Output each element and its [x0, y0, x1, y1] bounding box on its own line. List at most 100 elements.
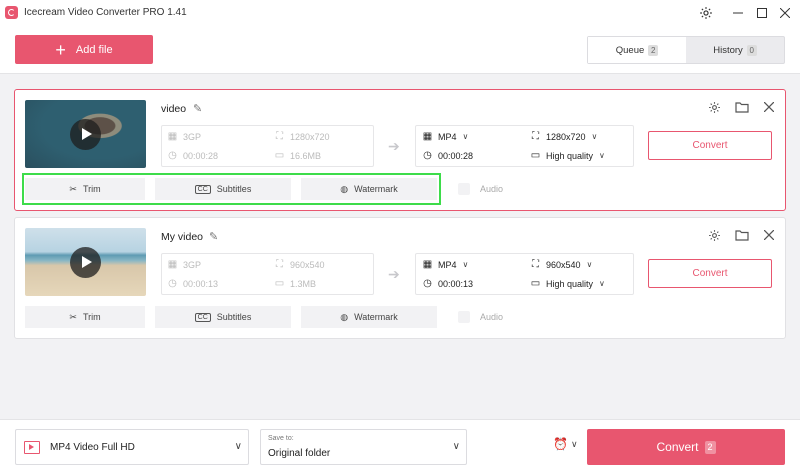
clock-icon: ◷ — [168, 278, 177, 289]
source-info: ▦ 3GP ⛶ 1280x720 ◷ 00:00:28 ▭ 16.6MB — [161, 125, 374, 167]
source-resolution: ⛶ 1280x720 — [276, 131, 330, 142]
convert-item-button[interactable]: Convert — [648, 259, 772, 288]
save-to-value: Original folder — [268, 448, 331, 459]
output-settings: ▦ MP4 ∨ ⛶ 960x540 ∨ ◷ 00:00:13 ▭ High quality ∨ — [415, 253, 634, 295]
close-window-button[interactable] — [770, 0, 800, 26]
film-icon: ▦ — [422, 259, 433, 270]
output-duration: ◷ 00:00:28 — [423, 150, 474, 161]
toolbar: + Add file Queue 2 History 0 — [0, 26, 800, 74]
clock-icon: ◷ — [423, 150, 432, 161]
resolution-icon: ⛶ — [532, 131, 539, 142]
scissors-icon: ✂ — [69, 311, 77, 322]
folder-icon: ▭ — [274, 150, 285, 161]
tab-history-label: History — [713, 44, 743, 56]
folder-icon: ▭ — [530, 278, 541, 289]
app-logo-icon — [5, 6, 18, 19]
watermark-button[interactable]: ◍ Watermark — [301, 178, 437, 200]
history-count-badge: 0 — [746, 44, 757, 56]
remove-item-close-icon[interactable] — [761, 227, 777, 243]
output-quality-dropdown[interactable]: ▭ High quality ∨ — [530, 150, 605, 161]
audio-toggle[interactable]: Audio — [458, 311, 503, 323]
clock-icon: ◷ — [423, 278, 432, 289]
schedule-timer-button[interactable]: ⏰ ∨ — [553, 437, 578, 451]
save-to-select[interactable]: Save to: Original folder ∨ — [260, 429, 467, 465]
video-name: My video — [161, 231, 204, 243]
output-duration: ◷ 00:00:13 — [423, 278, 474, 289]
settings-gear-icon[interactable] — [691, 0, 721, 26]
queue-count-badge: 2 — [648, 44, 659, 56]
folder-icon: ▭ — [530, 150, 541, 161]
convert-count-badge: 2 — [704, 440, 716, 454]
clock-icon: ◷ — [168, 150, 177, 161]
output-resolution-dropdown[interactable]: ⛶ 960x540 ∨ — [530, 259, 592, 270]
item-settings-gear-icon[interactable] — [706, 227, 722, 243]
convert-item-button[interactable]: Convert — [648, 131, 772, 160]
open-folder-icon[interactable] — [734, 99, 750, 115]
chevron-down-icon: ∨ — [462, 132, 469, 141]
watermark-button[interactable]: ◍ Watermark — [301, 306, 437, 328]
video-thumbnail[interactable] — [25, 100, 146, 168]
tab-queue-label: Queue — [615, 44, 645, 56]
audio-checkbox[interactable] — [458, 183, 470, 195]
queue-item[interactable]: video ✎ ▦ 3GP ⛶ 1280x720 ◷ 00:00:28 ▭ 16.6MB… — [14, 89, 786, 211]
alarm-clock-icon: ⏰ — [553, 437, 568, 451]
cc-icon: CC — [194, 312, 211, 322]
chevron-down-icon: ∨ — [570, 438, 578, 449]
audio-toggle[interactable]: Audio — [458, 183, 503, 195]
source-format: ▦ 3GP — [167, 131, 202, 142]
audio-checkbox[interactable] — [458, 311, 470, 323]
source-info: ▦ 3GP ⛶ 960x540 ◷ 00:00:13 ▭ 1.3MB — [161, 253, 374, 295]
chevron-down-icon: ∨ — [586, 260, 593, 269]
output-quality-dropdown[interactable]: ▭ High quality ∨ — [530, 278, 605, 289]
arrow-right-icon: ➔ — [388, 138, 400, 154]
output-preset-select[interactable]: MP4 Video Full HD ∨ — [15, 429, 249, 465]
save-to-caption: Save to: — [268, 435, 294, 442]
watermark-icon: ◍ — [340, 311, 349, 322]
chevron-down-icon: ∨ — [599, 279, 605, 288]
window-title: Icecream Video Converter PRO 1.41 — [24, 7, 187, 18]
queue-item[interactable]: My video ✎ ▦ 3GP ⛶ 960x540 ◷ 00:00:13 ▭ 1.3M… — [14, 217, 786, 339]
chevron-down-icon: ∨ — [452, 441, 460, 452]
cc-icon: CC — [194, 184, 211, 194]
watermark-icon: ◍ — [340, 183, 349, 194]
output-resolution-dropdown[interactable]: ⛶ 1280x720 ∨ — [530, 131, 597, 142]
subtitles-button[interactable]: CC Subtitles — [155, 306, 291, 328]
item-settings-gear-icon[interactable] — [706, 99, 722, 115]
queue-history-tabs: Queue 2 History 0 — [587, 36, 785, 64]
output-settings: ▦ MP4 ∨ ⛶ 1280x720 ∨ ◷ 00:00:28 ▭ High quality… — [415, 125, 634, 167]
resolution-icon: ⛶ — [532, 259, 539, 270]
video-file-icon — [24, 440, 40, 454]
add-file-label: Add file — [75, 43, 113, 56]
subtitles-button[interactable]: CC Subtitles — [155, 178, 291, 200]
bottom-bar: MP4 Video Full HD ∨ Save to: Original fo… — [0, 419, 800, 473]
trim-button[interactable]: ✂ Trim — [25, 306, 145, 328]
add-file-button[interactable]: + Add file — [15, 35, 153, 64]
edit-name-icon[interactable]: ✎ — [209, 230, 218, 243]
play-icon[interactable] — [70, 247, 101, 278]
chevron-down-icon: ∨ — [462, 260, 469, 269]
scissors-icon: ✂ — [69, 183, 77, 194]
video-thumbnail[interactable] — [25, 228, 146, 296]
source-size: ▭ 1.3MB — [274, 278, 317, 289]
open-folder-icon[interactable] — [734, 227, 750, 243]
output-format-dropdown[interactable]: ▦ MP4 ∨ — [422, 131, 469, 142]
tab-history[interactable]: History 0 — [686, 37, 784, 63]
output-format-dropdown[interactable]: ▦ MP4 ∨ — [422, 259, 469, 270]
convert-all-button[interactable]: Convert 2 — [587, 429, 785, 465]
trim-button[interactable]: ✂ Trim — [25, 178, 145, 200]
play-icon[interactable] — [70, 119, 101, 150]
source-size: ▭ 16.6MB — [274, 150, 322, 161]
tab-queue[interactable]: Queue 2 — [588, 37, 686, 63]
chevron-down-icon: ∨ — [234, 441, 242, 452]
video-name: video — [161, 103, 187, 115]
folder-icon: ▭ — [274, 278, 285, 289]
remove-item-close-icon[interactable] — [761, 99, 777, 115]
resolution-icon: ⛶ — [276, 259, 283, 270]
chevron-down-icon: ∨ — [599, 151, 605, 160]
edit-name-icon[interactable]: ✎ — [193, 102, 202, 115]
source-format: ▦ 3GP — [167, 259, 202, 270]
plus-icon: + — [55, 39, 66, 60]
title-bar: Icecream Video Converter PRO 1.41 — [0, 0, 800, 26]
film-icon: ▦ — [167, 259, 178, 270]
source-resolution: ⛶ 960x540 — [276, 259, 325, 270]
